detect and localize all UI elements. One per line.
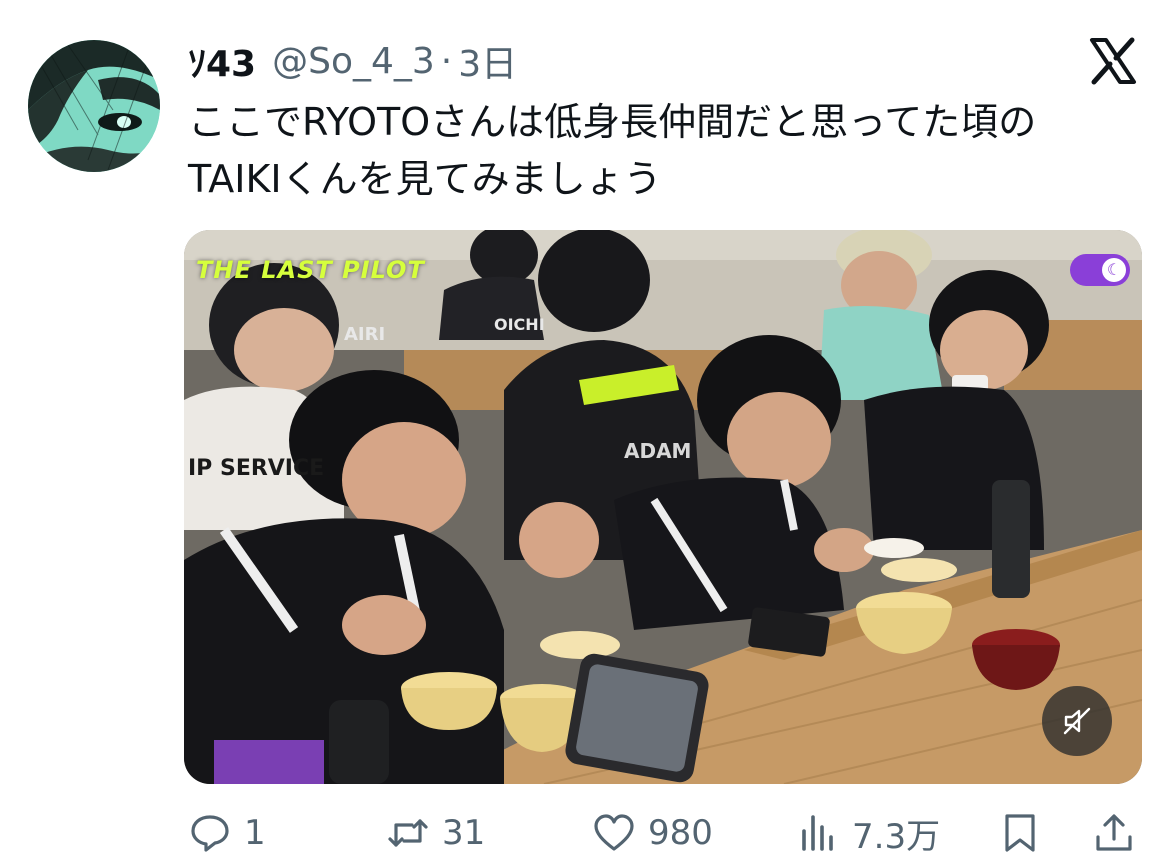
bookmark-icon <box>1005 814 1035 852</box>
shirt-text-4: ADAM <box>624 439 691 463</box>
shirt-text-3: OICHI <box>494 315 545 334</box>
reply-count: 1 <box>244 813 266 853</box>
reply-icon <box>191 815 229 852</box>
video-frame: IP SERVICE AIRI OICHI ADAM <box>184 230 1142 784</box>
shirt-text-1: IP SERVICE <box>188 456 324 481</box>
tweet-text: ここでRYOTOさんは低身長仲間だと思ってた頃の TAIKIくんを見てみましょう <box>188 94 1148 208</box>
retweet-icon <box>388 819 428 847</box>
share-icon <box>1096 814 1132 851</box>
tweet-header: ｿ43 @So_4_3 · 3日 <box>188 35 517 87</box>
speaker-muted-icon <box>1063 707 1091 735</box>
brand-overlay-text: THE LAST PILOT <box>196 256 425 284</box>
mute-button[interactable] <box>1042 686 1112 756</box>
video-media[interactable]: IP SERVICE AIRI OICHI ADAM THE LAST PILO… <box>184 230 1142 784</box>
separator-dot: · <box>440 40 453 82</box>
share-button[interactable] <box>1092 808 1136 858</box>
post-time[interactable]: 3日 <box>458 35 517 87</box>
user-handle[interactable]: @So_4_3 <box>272 41 435 82</box>
tweet-text-line-2: TAIKIくんを見てみましょう <box>188 157 662 201</box>
heart-icon <box>594 814 634 851</box>
action-bar: 1 31 980 7.3万 <box>0 808 1170 858</box>
tweet-text-line-1: ここでRYOTOさんは低身長仲間だと思ってた頃の <box>188 100 1037 144</box>
tweet-card[interactable]: ｿ43 @So_4_3 · 3日 ここでRYOTOさんは低身長仲間だと思ってた頃… <box>0 0 1170 861</box>
views-icon <box>802 815 833 851</box>
retweet-button[interactable]: 31 <box>386 808 485 858</box>
like-count: 980 <box>648 813 713 853</box>
shirt-text-2: AIRI <box>344 324 385 345</box>
x-logo-icon[interactable] <box>1088 36 1138 86</box>
moon-icon: ☾ <box>1102 258 1126 282</box>
retweet-count: 31 <box>442 813 486 853</box>
bookmark-button[interactable] <box>998 808 1042 858</box>
views-count: 7.3万 <box>852 816 941 857</box>
like-button[interactable]: 980 <box>592 808 713 858</box>
display-name[interactable]: ｿ43 <box>188 35 256 87</box>
avatar-illustration <box>28 40 160 172</box>
views-button[interactable]: 7.3万 <box>796 808 940 858</box>
theme-toggle[interactable]: ☾ <box>1070 254 1130 286</box>
reply-button[interactable]: 1 <box>188 808 266 858</box>
avatar[interactable] <box>28 40 160 172</box>
